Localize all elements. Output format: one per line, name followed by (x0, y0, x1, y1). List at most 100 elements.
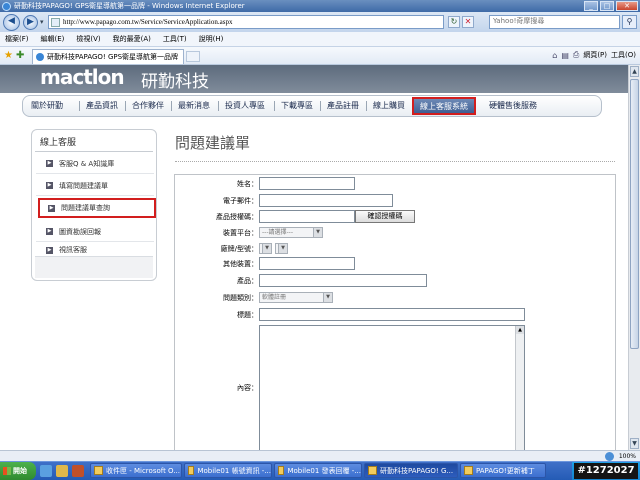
sidebar-item-label: 問題建議單查詢 (61, 204, 110, 212)
scroll-up-icon[interactable]: ▲ (516, 326, 524, 334)
menu-favorites[interactable]: 我的最愛(A) (113, 34, 151, 44)
task-outlook[interactable]: 收件匣 - Microsoft O... (90, 463, 182, 478)
nav-buy-online[interactable]: 線上購買 (373, 100, 405, 111)
history-dropdown-icon[interactable]: ▾ (40, 18, 44, 26)
brand-label: 廠牌/型號： (220, 245, 258, 253)
name-field[interactable] (259, 177, 355, 190)
main-nav: 關於研勤 產品資訊 合作夥伴 最新消息 投資人專區 下載專區 產品註冊 線上購買… (22, 95, 602, 117)
sidebar-footer (35, 256, 153, 278)
nav-investors[interactable]: 投資人專區 (225, 100, 265, 111)
minimize-button[interactable]: _ (584, 1, 598, 11)
status-bar: 100% (0, 450, 640, 461)
nav-separator (320, 101, 321, 111)
search-input[interactable] (490, 17, 610, 25)
name-label: 姓名： (237, 180, 258, 188)
nav-hardware-service[interactable]: 硬體售後服務 (489, 100, 537, 111)
zoom-level[interactable]: 100% (619, 453, 636, 460)
stop-button[interactable]: ✕ (462, 16, 474, 28)
ie-icon (368, 466, 377, 475)
maximize-button[interactable]: □ (600, 1, 614, 11)
chevron-down-icon: ▼ (313, 228, 322, 237)
task-mobile01-account[interactable]: Mobile01 帳號資訊 -... (184, 463, 272, 478)
nav-separator (274, 101, 275, 111)
brand-select[interactable]: ▼ (259, 243, 272, 254)
page-menu[interactable]: 網頁(P) (583, 50, 607, 60)
platform-select-value: ---請選擇--- (262, 229, 293, 236)
url-input[interactable] (63, 18, 363, 26)
start-button[interactable]: 開始 (0, 462, 36, 480)
feeds-icon[interactable]: ▤ (561, 51, 569, 60)
nav-separator (366, 101, 367, 111)
tab-papago[interactable]: 研勤科技PAPAGO! GPS衛星導航第一品牌 (32, 49, 184, 64)
refresh-button[interactable]: ↻ (448, 16, 460, 28)
ticket-form: 姓名： 電子郵件： 產品授權碼： 確認授權碼 裝置平台： ---請選擇--- ▼… (174, 174, 616, 450)
nav-separator (218, 101, 219, 111)
quicklaunch-folder-icon[interactable] (56, 465, 68, 477)
nav-online-support[interactable]: 線上客服系統 (412, 97, 476, 115)
scroll-down-icon[interactable]: ▼ (630, 438, 639, 449)
content-label: 內容： (237, 384, 258, 392)
address-field[interactable] (48, 15, 444, 29)
nav-products[interactable]: 產品資訊 (86, 100, 118, 111)
site-logo[interactable]: mactlon (40, 65, 125, 89)
serial-field[interactable] (259, 210, 355, 223)
chevron-down-icon: ▼ (278, 244, 287, 253)
task-papago[interactable]: 研勤科技PAPAGO! G... (364, 463, 458, 478)
verify-serial-button[interactable]: 確認授權碼 (355, 210, 415, 223)
platform-select[interactable]: ---請選擇--- ▼ (259, 227, 323, 238)
sidebar-item-video-support[interactable]: ▶ 視訊客服 (36, 244, 154, 256)
tab-bar: ★ ✚ 研勤科技PAPAGO! GPS衛星導航第一品牌 ⌂ ▤ ⎙ 網頁(P) … (0, 47, 640, 65)
content-textarea[interactable]: ▲ (259, 325, 525, 450)
quicklaunch-ie-icon[interactable] (40, 465, 52, 477)
task-mobile01-reply[interactable]: Mobile01 發表回覆 -... (274, 463, 362, 478)
scroll-thumb[interactable] (630, 79, 639, 349)
task-label: PAPAGO!更新補丁 (476, 466, 535, 475)
sidebar-item-submit-ticket[interactable]: ▶ 填寫問題建議單 (36, 176, 154, 196)
menu-help[interactable]: 說明(H) (199, 34, 224, 44)
platform-label: 裝置平台： (223, 229, 258, 237)
favorites-star-icon[interactable]: ★ (4, 50, 13, 61)
close-button[interactable]: ✕ (616, 1, 638, 11)
home-icon[interactable]: ⌂ (552, 51, 557, 60)
nav-downloads[interactable]: 下載專區 (281, 100, 313, 111)
chevron-down-icon: ▼ (323, 293, 332, 302)
textarea-scrollbar[interactable]: ▲ (515, 326, 524, 450)
quicklaunch-media-icon[interactable] (72, 465, 84, 477)
nav-separator (125, 101, 126, 111)
nav-registration[interactable]: 產品註冊 (327, 100, 359, 111)
nav-about[interactable]: 關於研勤 (31, 100, 63, 111)
page-icon (51, 17, 60, 27)
tab-ie-icon (36, 53, 44, 61)
menu-tools[interactable]: 工具(T) (163, 34, 187, 44)
add-favorite-icon[interactable]: ✚ (16, 50, 24, 61)
bullet-icon: ▶ (46, 246, 53, 254)
product-field[interactable] (259, 274, 427, 287)
nav-news[interactable]: 最新消息 (178, 100, 210, 111)
menu-edit[interactable]: 編輯(E) (41, 34, 65, 44)
print-icon[interactable]: ⎙ (573, 50, 579, 60)
internet-zone-icon (604, 452, 614, 461)
page-scrollbar[interactable]: ▲ ▼ (628, 65, 640, 450)
menu-file[interactable]: 檔案(F) (5, 34, 29, 44)
windows-flag-icon (3, 467, 11, 475)
model-select[interactable]: ▼ (275, 243, 288, 254)
tools-menu[interactable]: 工具(O) (611, 50, 636, 60)
task-papago-patch[interactable]: PAPAGO!更新補丁 (460, 463, 546, 478)
back-button[interactable]: ◀ (3, 13, 20, 31)
subject-field[interactable] (259, 308, 525, 321)
forward-button[interactable]: ▶ (23, 14, 38, 30)
address-actions: ↻ ✕ (448, 16, 474, 28)
status-right: 100% (604, 452, 636, 461)
new-tab-button[interactable] (186, 51, 200, 62)
nav-partners[interactable]: 合作夥伴 (132, 100, 164, 111)
sidebar-item-ticket-query[interactable]: ▶ 問題建議單查詢 (38, 198, 156, 218)
other-device-field[interactable] (259, 257, 355, 270)
scroll-up-icon[interactable]: ▲ (630, 66, 639, 77)
sidebar-item-faq[interactable]: ▶ 客服Q & A知識庫 (36, 154, 154, 174)
category-select[interactable]: 軟體註冊 ▼ (259, 292, 333, 303)
search-field[interactable] (489, 15, 620, 29)
menu-view[interactable]: 檢視(V) (76, 34, 100, 44)
sidebar-item-map-errata[interactable]: ▶ 圖資勘誤回報 (36, 222, 154, 242)
email-field[interactable] (259, 194, 393, 207)
search-icon[interactable]: ⚲ (622, 15, 637, 29)
